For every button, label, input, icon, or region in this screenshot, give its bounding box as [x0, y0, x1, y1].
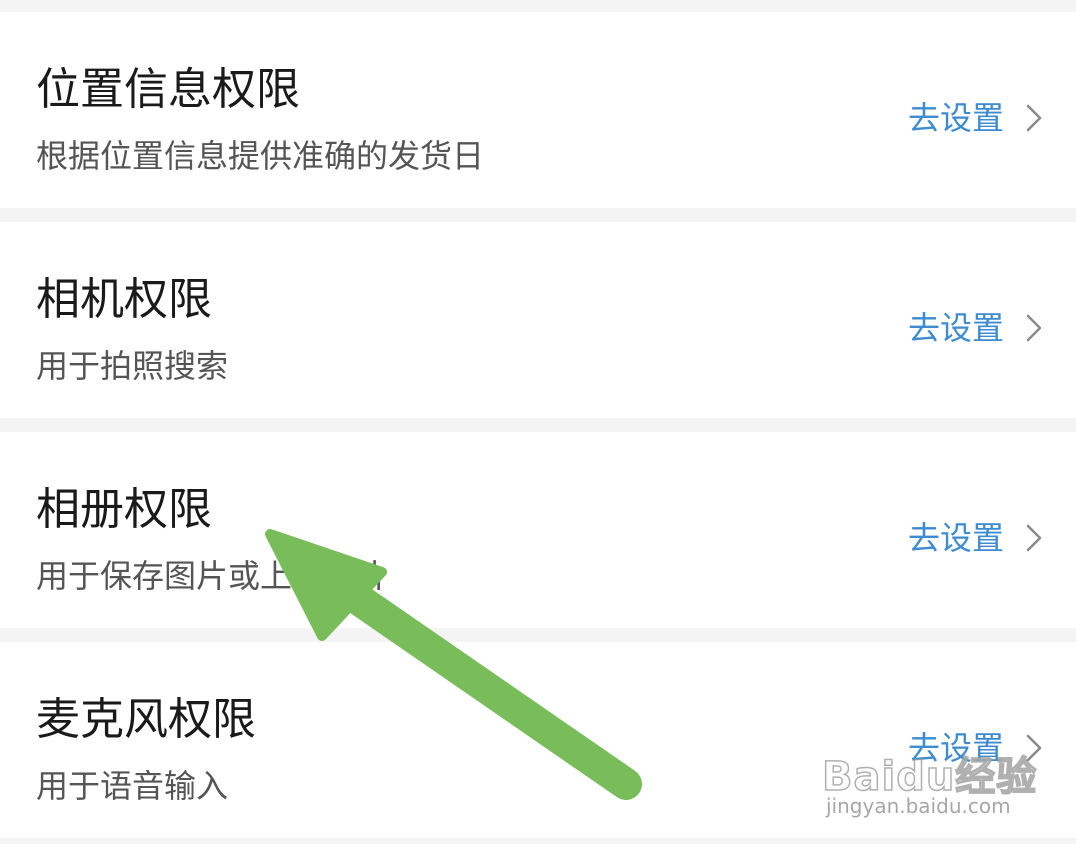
go-settings-label: 去设置	[907, 99, 1004, 137]
go-settings-button[interactable]: 去设置	[908, 98, 1046, 138]
permission-description: 根据位置信息提供准确的发货日	[36, 137, 485, 175]
chevron-right-icon	[1026, 314, 1042, 342]
go-settings-label: 去设置	[907, 519, 1004, 557]
chevron-right-icon	[1026, 104, 1042, 132]
go-settings-button[interactable]: 去设置	[908, 728, 1046, 768]
permission-description: 用于拍照搜索	[36, 347, 229, 385]
go-settings-label: 去设置	[907, 309, 1004, 347]
permission-title: 相册权限	[36, 484, 212, 535]
go-settings-button[interactable]: 去设置	[908, 518, 1046, 558]
permission-title: 相机权限	[36, 274, 212, 325]
permission-row-camera: 相机权限 用于拍照搜索 去设置	[0, 222, 1076, 418]
permission-row-microphone: 麦克风权限 用于语音输入 去设置	[0, 642, 1076, 838]
permission-description: 用于保存图片或上传图片	[36, 557, 389, 595]
go-settings-label: 去设置	[907, 729, 1004, 767]
chevron-right-icon	[1026, 734, 1042, 762]
permission-description: 用于语音输入	[36, 767, 229, 805]
permission-title: 麦克风权限	[36, 694, 256, 745]
chevron-right-icon	[1026, 524, 1042, 552]
go-settings-button[interactable]: 去设置	[908, 308, 1046, 348]
permission-row-location: 位置信息权限 根据位置信息提供准确的发货日 去设置	[0, 12, 1076, 208]
permission-title: 位置信息权限	[36, 64, 300, 115]
permission-row-album: 相册权限 用于保存图片或上传图片 去设置	[0, 432, 1076, 628]
